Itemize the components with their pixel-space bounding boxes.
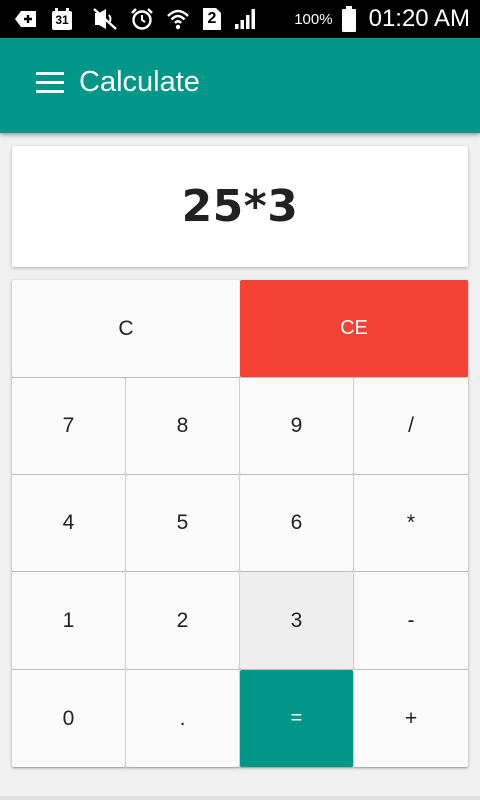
key-5[interactable]: 5	[126, 475, 239, 571]
expression-display: 25*3	[12, 146, 468, 267]
status-time: 01:20 AM	[368, 5, 470, 32]
key-multiply[interactable]: *	[354, 475, 468, 571]
wifi-icon	[166, 7, 190, 31]
key-6[interactable]: 6	[240, 475, 353, 571]
key-2[interactable]: 2	[126, 572, 239, 669]
calendar-date: 31	[55, 13, 69, 27]
key-divide[interactable]: /	[354, 378, 468, 474]
status-bar-right: 100% 01:20 AM	[294, 0, 470, 38]
sim-icon: 2	[202, 7, 222, 31]
app-title: Calculate	[79, 66, 200, 98]
key-0[interactable]: 0	[12, 670, 125, 767]
app-bar: Calculate	[0, 38, 480, 133]
bottom-edge	[0, 796, 480, 800]
key-9[interactable]: 9	[240, 378, 353, 474]
battery-icon	[341, 6, 357, 32]
key-4[interactable]: 4	[12, 475, 125, 571]
calendar-icon: 31	[50, 7, 74, 31]
mute-icon	[92, 8, 118, 30]
key-3[interactable]: 3	[240, 572, 353, 669]
add-notification-icon	[14, 10, 38, 28]
sim-slot-number: 2	[207, 10, 217, 27]
clear-button[interactable]: C	[12, 280, 240, 377]
clear-entry-button[interactable]: CE	[240, 280, 468, 377]
alarm-icon	[130, 7, 154, 31]
battery-percent: 100%	[294, 10, 333, 28]
signal-icon	[234, 8, 258, 30]
status-bar: 31 2 100% 01:20 AM	[0, 0, 480, 38]
key-1[interactable]: 1	[12, 572, 125, 669]
expression-text: 25*3	[181, 181, 299, 232]
equals-button[interactable]: =	[240, 670, 353, 767]
status-bar-left: 31 2	[14, 0, 258, 38]
key-decimal[interactable]: .	[126, 670, 239, 767]
key-8[interactable]: 8	[126, 378, 239, 474]
key-add[interactable]: +	[354, 670, 468, 767]
key-subtract[interactable]: -	[354, 572, 468, 669]
hamburger-menu-icon[interactable]	[36, 72, 64, 94]
key-7[interactable]: 7	[12, 378, 125, 474]
keypad: C CE 7 8 9 / 4 5 6 * 1 2 3 - 0 . = +	[12, 280, 468, 767]
